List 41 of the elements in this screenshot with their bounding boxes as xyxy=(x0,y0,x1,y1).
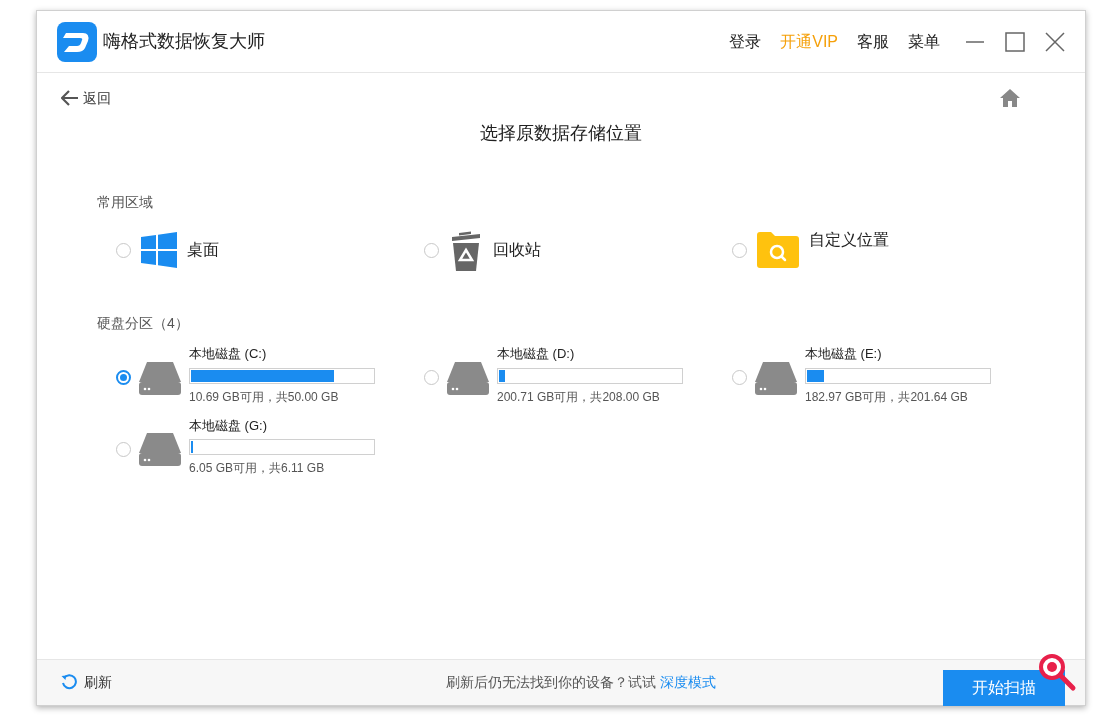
back-arrow-icon xyxy=(61,90,79,106)
home-icon[interactable] xyxy=(999,88,1021,108)
drive-name: 本地磁盘 (D:) xyxy=(497,345,576,363)
radio-button[interactable] xyxy=(424,242,439,258)
windows-logo-icon xyxy=(141,232,177,268)
hard-drive-icon xyxy=(139,431,181,468)
maximize-icon[interactable] xyxy=(1005,31,1025,52)
radio-button[interactable] xyxy=(732,242,747,258)
radio-button[interactable] xyxy=(732,370,747,386)
radio-button[interactable] xyxy=(116,441,131,457)
drive-space-text: 182.97 GB可用，共201.64 GB xyxy=(805,388,969,406)
close-icon[interactable] xyxy=(1045,31,1065,52)
section-label: 常用区域 xyxy=(97,193,154,212)
header-link[interactable]: 登录 xyxy=(729,29,762,54)
location-label[interactable]: 回收站 xyxy=(493,238,541,262)
section-label: 硬盘分区（4） xyxy=(97,314,190,333)
location-label[interactable]: 自定义位置 xyxy=(809,228,889,252)
header-link[interactable]: 菜单 xyxy=(908,29,940,54)
radio-button[interactable] xyxy=(424,370,439,386)
drive-space-text: 6.05 GB可用，共6.11 GB xyxy=(189,460,326,477)
drive-name: 本地磁盘 (E:) xyxy=(805,345,883,363)
folder-search-icon xyxy=(757,232,799,268)
hard-drive-icon xyxy=(447,359,489,396)
hint-text: 刷新后仍无法找到你的设备？试试 xyxy=(446,673,656,692)
app-logo-icon xyxy=(57,21,97,62)
refresh-icon xyxy=(61,674,78,691)
trash-can-icon xyxy=(449,229,483,271)
back-button[interactable]: 返回 xyxy=(61,87,111,109)
drive-space-text: 10.69 GB可用，共50.00 GB xyxy=(189,388,340,406)
drive-space-text: 200.71 GB可用，共208.00 GB xyxy=(497,388,661,406)
page-heading: 选择原数据存储位置 xyxy=(480,122,642,145)
header-link[interactable]: 客服 xyxy=(857,29,889,54)
hard-drive-icon xyxy=(755,359,797,396)
window-title: 嗨格式数据恢复大师 xyxy=(103,30,265,53)
drive-name: 本地磁盘 (G:) xyxy=(189,416,268,435)
refresh-button[interactable]: 刷新 xyxy=(61,672,112,693)
radio-button[interactable] xyxy=(116,242,131,258)
radio-button[interactable] xyxy=(116,370,131,386)
location-label[interactable]: 桌面 xyxy=(187,238,219,262)
drive-name: 本地磁盘 (C:) xyxy=(189,345,268,363)
hard-drive-icon xyxy=(139,359,181,396)
